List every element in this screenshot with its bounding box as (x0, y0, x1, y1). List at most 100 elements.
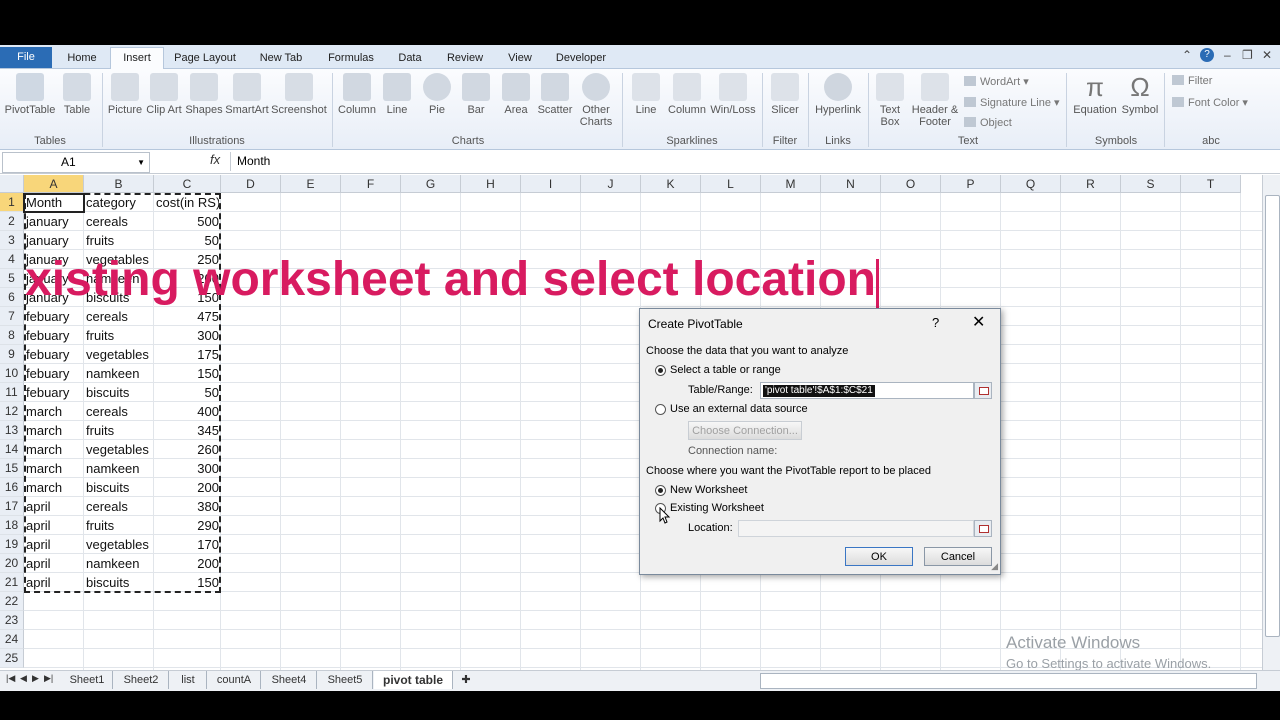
next-sheet-icon[interactable]: ▶ (32, 673, 39, 684)
slicer-button[interactable]: Slicer (766, 73, 804, 116)
tab-new-tab[interactable]: New Tab (250, 48, 312, 68)
sheet-tab-sheet2[interactable]: Sheet2 (114, 671, 169, 689)
column-header-d[interactable]: D (221, 175, 281, 193)
win-loss-button[interactable]: Win/Loss (710, 73, 756, 116)
column-header-i[interactable]: I (521, 175, 581, 193)
tab-home[interactable]: Home (60, 48, 104, 68)
sparkline-column-button[interactable]: Column (666, 73, 708, 116)
area-chart-button[interactable]: Area (498, 73, 534, 116)
formula-input[interactable]: Month (230, 152, 1271, 171)
cancel-button[interactable]: Cancel (924, 547, 992, 566)
radio-existing-worksheet-label[interactable]: Existing Worksheet (670, 502, 764, 514)
symbol-button[interactable]: Ω Symbol (1120, 73, 1160, 116)
radio-new-worksheet[interactable] (655, 485, 666, 496)
tab-page-layout[interactable]: Page Layout (170, 48, 240, 68)
other-charts-button[interactable]: Other Charts (576, 73, 616, 128)
sheet-tab-sheet4[interactable]: Sheet4 (262, 671, 317, 689)
sheet-tab-sheet5[interactable]: Sheet5 (318, 671, 373, 689)
column-header-h[interactable]: H (461, 175, 521, 193)
dialog-help-icon[interactable]: ? (932, 315, 939, 330)
column-header-g[interactable]: G (401, 175, 461, 193)
row-header-13[interactable]: 13 (0, 421, 24, 440)
name-box[interactable]: A1 ▼ (2, 152, 150, 173)
row-header-23[interactable]: 23 (0, 611, 24, 630)
help-icon[interactable]: ? (1200, 48, 1214, 62)
row-header-16[interactable]: 16 (0, 478, 24, 497)
ribbon-minimize-icon[interactable]: ⌃ (1182, 48, 1192, 62)
row-header-12[interactable]: 12 (0, 402, 24, 421)
radio-new-worksheet-label[interactable]: New Worksheet (670, 484, 747, 496)
vertical-scrollbar[interactable] (1262, 175, 1280, 670)
column-chart-button[interactable]: Column (336, 73, 378, 116)
column-header-f[interactable]: F (341, 175, 401, 193)
scatter-chart-button[interactable]: Scatter (536, 73, 574, 116)
signature-line-button[interactable]: Signature Line ▾ (964, 96, 1060, 109)
sheet-tab-pivot-table[interactable]: pivot table (374, 671, 453, 689)
last-sheet-icon[interactable]: ▶| (44, 673, 53, 684)
row-header-9[interactable]: 9 (0, 345, 24, 364)
radio-select-range[interactable] (655, 365, 666, 376)
shapes-button[interactable]: Shapes (184, 73, 224, 116)
row-header-2[interactable]: 2 (0, 212, 24, 231)
radio-external-source-label[interactable]: Use an external data source (670, 403, 808, 415)
ok-button[interactable]: OK (845, 547, 913, 566)
tab-view[interactable]: View (500, 48, 540, 68)
table-range-collapse-icon[interactable] (974, 382, 992, 399)
sheet-tab-sheet1[interactable]: Sheet1 (62, 671, 113, 689)
resize-grip-icon[interactable]: ◢ (991, 561, 998, 572)
column-header-l[interactable]: L (701, 175, 761, 193)
row-header-25[interactable]: 25 (0, 649, 24, 668)
header-footer-button[interactable]: Header & Footer (910, 73, 960, 128)
row-header-14[interactable]: 14 (0, 440, 24, 459)
bar-chart-button[interactable]: Bar (460, 73, 492, 116)
column-header-m[interactable]: M (761, 175, 821, 193)
vertical-scroll-thumb[interactable] (1265, 195, 1280, 637)
tab-formulas[interactable]: Formulas (320, 48, 382, 68)
column-header-s[interactable]: S (1121, 175, 1181, 193)
font-color-button[interactable]: Font Color ▾ (1172, 96, 1248, 109)
row-header-21[interactable]: 21 (0, 573, 24, 592)
row-header-11[interactable]: 11 (0, 383, 24, 402)
filter-button[interactable]: Filter (1172, 75, 1212, 87)
table-button[interactable]: Table (60, 73, 94, 116)
row-header-18[interactable]: 18 (0, 516, 24, 535)
select-all-corner[interactable] (0, 175, 24, 193)
minimize-icon[interactable]: – (1224, 48, 1231, 62)
text-box-button[interactable]: Text Box (872, 73, 908, 128)
row-header-22[interactable]: 22 (0, 592, 24, 611)
tab-file[interactable]: File (0, 47, 52, 68)
column-header-p[interactable]: P (941, 175, 1001, 193)
row-header-20[interactable]: 20 (0, 554, 24, 573)
insert-function-icon[interactable]: fx (210, 152, 220, 167)
object-button[interactable]: Object (964, 117, 1012, 129)
equation-button[interactable]: π Equation (1070, 73, 1120, 116)
column-header-q[interactable]: Q (1001, 175, 1061, 193)
column-header-a[interactable]: A (24, 175, 84, 193)
tab-review[interactable]: Review (440, 48, 490, 68)
horizontal-scrollbar[interactable] (760, 673, 1257, 689)
sheet-tab-list[interactable]: list (170, 671, 207, 689)
column-header-c[interactable]: C (154, 175, 221, 193)
line-chart-button[interactable]: Line (380, 73, 414, 116)
column-header-n[interactable]: N (821, 175, 881, 193)
row-header-17[interactable]: 17 (0, 497, 24, 516)
row-header-7[interactable]: 7 (0, 307, 24, 326)
chevron-down-icon[interactable]: ▼ (137, 153, 145, 172)
insert-sheet-icon[interactable]: ✚ (454, 671, 478, 689)
restore-icon[interactable]: ❐ (1242, 48, 1253, 62)
row-header-19[interactable]: 19 (0, 535, 24, 554)
sparkline-line-button[interactable]: Line (630, 73, 662, 116)
prev-sheet-icon[interactable]: ◀ (20, 673, 27, 684)
sheet-tab-counta[interactable]: countA (208, 671, 261, 689)
picture-button[interactable]: Picture (106, 73, 144, 116)
tab-data[interactable]: Data (390, 48, 430, 68)
radio-select-range-label[interactable]: Select a table or range (670, 364, 781, 376)
column-header-b[interactable]: B (84, 175, 154, 193)
close-icon[interactable]: ✕ (1262, 48, 1272, 62)
location-collapse-icon[interactable] (974, 520, 992, 537)
row-header-15[interactable]: 15 (0, 459, 24, 478)
dialog-close-icon[interactable]: ✕ (972, 312, 985, 332)
tab-insert[interactable]: Insert (110, 47, 164, 69)
table-range-input[interactable]: 'pivot table'!$A$1:$C$21 (760, 382, 974, 399)
worksheet-grid[interactable]: A B C D E F G H I J K L M N O P Q R S T 1 2 3 4 5 6 7 8 9 10 11 12 13 14 1… (0, 175, 1262, 670)
